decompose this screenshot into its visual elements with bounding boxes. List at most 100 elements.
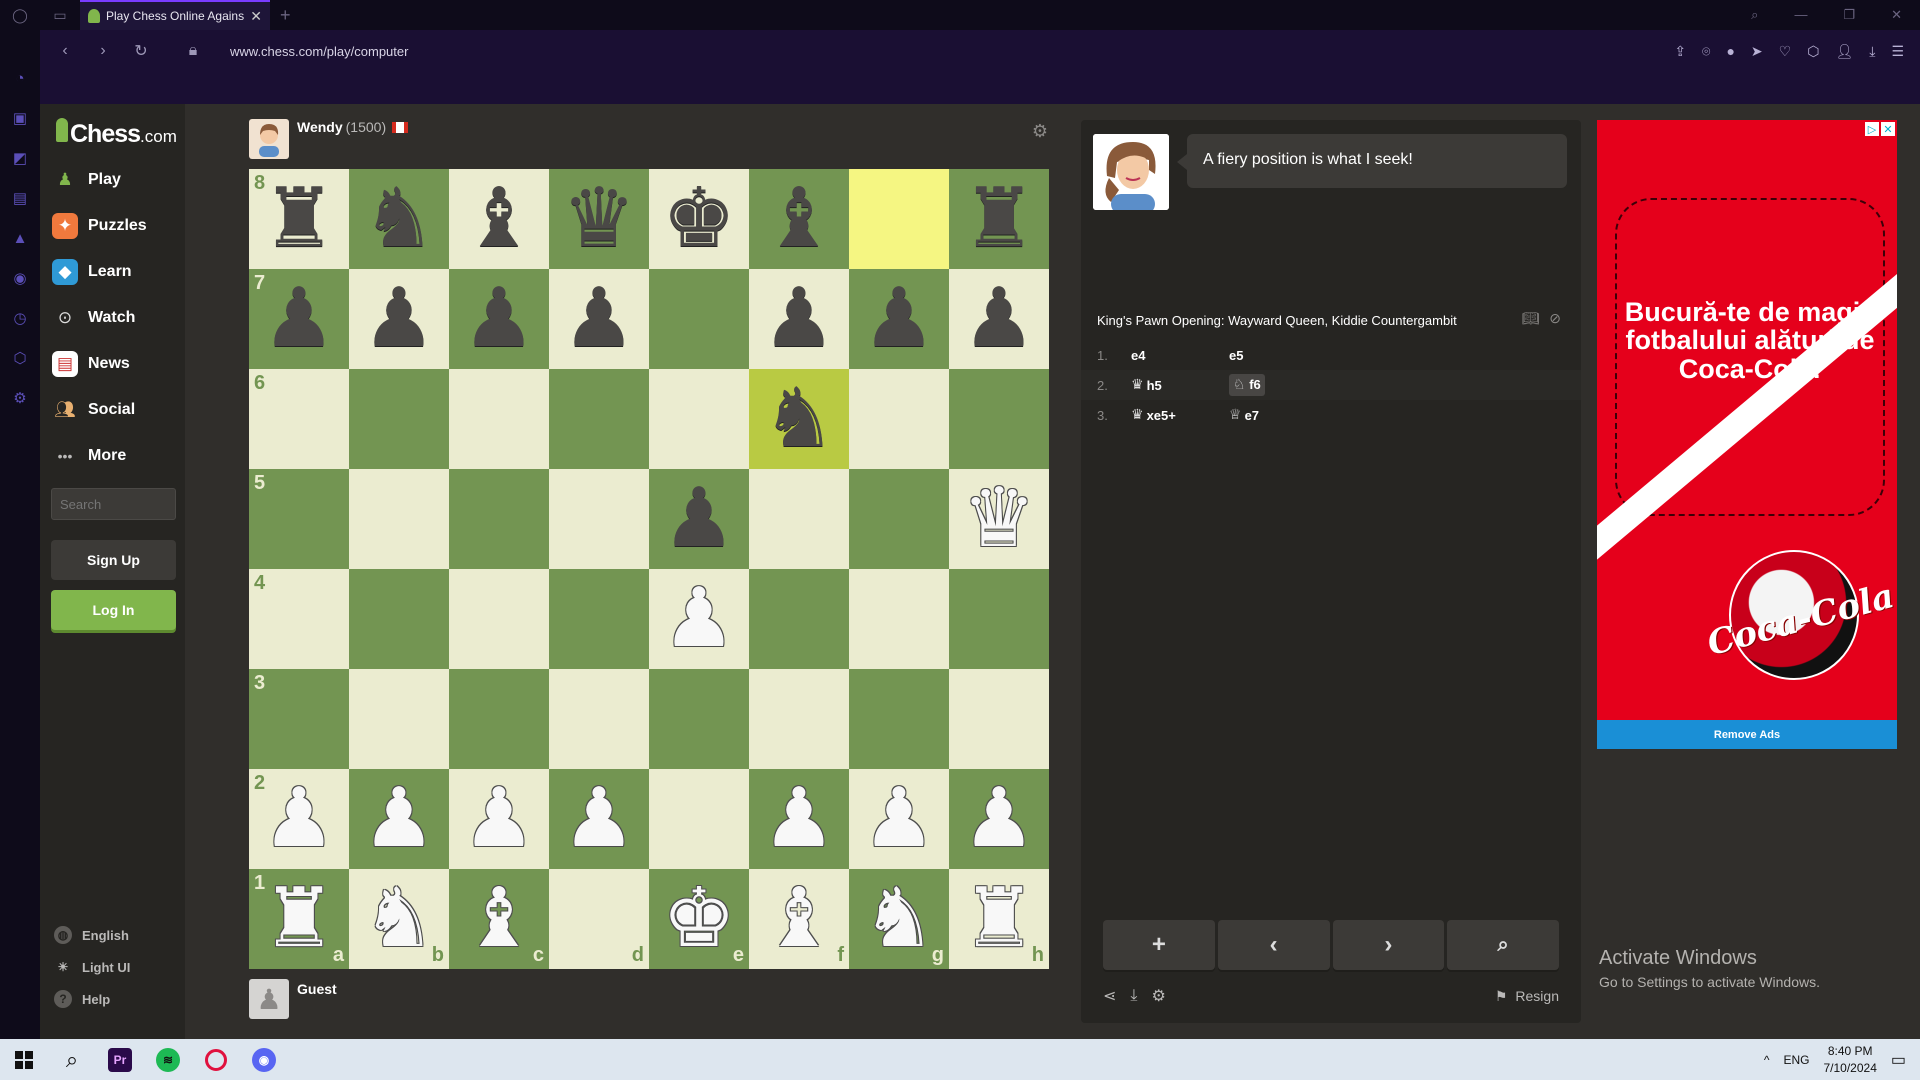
square-f8[interactable]: ♝ [749,169,849,269]
search-tabs-icon[interactable]: ⌕ [1751,7,1758,23]
advertisement[interactable]: ▷ ✕ Bucură-te de magia fotbalului alătur… [1597,120,1897,720]
chesscom-logo[interactable]: Chess .com [56,118,177,149]
square-h8[interactable]: ♜ [949,169,1049,269]
square-b8[interactable]: ♞ [349,169,449,269]
square-a6[interactable]: 6 [249,369,349,469]
white-queen-icon[interactable]: ♛ [962,478,1036,560]
heart-icon[interactable]: ♡ [1779,43,1792,60]
square-f4[interactable] [749,569,849,669]
black-king-icon[interactable]: ♚ [662,178,736,260]
new-game-button[interactable]: + [1103,920,1215,970]
square-b6[interactable] [349,369,449,469]
black-bishop-icon[interactable]: ♝ [762,178,836,260]
remove-ads-button[interactable]: Remove Ads [1597,720,1897,749]
square-b1[interactable]: b ♞ [349,869,449,969]
square-c3[interactable] [449,669,549,769]
ad-close-icon[interactable]: ✕ [1881,122,1895,136]
square-c8[interactable]: ♝ [449,169,549,269]
square-h2[interactable]: ♟ [949,769,1049,869]
white-pawn-icon[interactable]: ♟ [962,778,1036,860]
square-a1[interactable]: 1 a ♜ [249,869,349,969]
url-field[interactable]: www.chess.com/play/computer [230,44,408,59]
square-b5[interactable] [349,469,449,569]
extensions-icon[interactable]: ⬡ [1807,43,1819,60]
square-h6[interactable] [949,369,1049,469]
tab-overview-icon[interactable]: ▭ [40,0,80,30]
white-pawn-icon[interactable]: ♟ [562,778,636,860]
black-rook-icon[interactable]: ♜ [962,178,1036,260]
nav-item-play[interactable]: ♟ Play [52,161,182,199]
back-icon[interactable]: ‹ [56,42,74,60]
black-rook-icon[interactable]: ♜ [262,178,336,260]
square-g5[interactable] [849,469,949,569]
square-e6[interactable] [649,369,749,469]
white-knight-icon[interactable]: ♞ [362,878,436,960]
square-g7[interactable]: ♟ [849,269,949,369]
forward-icon[interactable]: › [94,42,112,60]
square-f3[interactable] [749,669,849,769]
square-c5[interactable] [449,469,549,569]
white-king-icon[interactable]: ♚ [662,878,736,960]
square-a2[interactable]: 2 ♟ [249,769,349,869]
square-a7[interactable]: 7 ♟ [249,269,349,369]
square-d6[interactable] [549,369,649,469]
square-a5[interactable]: 5 [249,469,349,569]
board-settings-icon[interactable]: ⚙ [1032,121,1048,142]
tray-chevron-up-icon[interactable]: ^ [1764,1053,1770,1067]
bag-icon[interactable]: ▣ [11,110,29,128]
black-knight-icon[interactable]: ♞ [362,178,436,260]
settings-icon[interactable]: ⚙ [11,390,29,408]
square-f1[interactable]: f ♝ [749,869,849,969]
opera-menu-icon[interactable]: ◯ [0,0,40,30]
square-d2[interactable]: ♟ [549,769,649,869]
square-f2[interactable]: ♟ [749,769,849,869]
previous-move-button[interactable]: ‹ [1217,920,1330,970]
white-pawn-icon[interactable]: ♟ [662,578,736,660]
square-h5[interactable]: ♛ [949,469,1049,569]
chess-board[interactable]: 8 ♜ ♞ ♝ ♛ ♚ ♝ ♜ 7 ♟ ♟ ♟ ♟ ♟ ♟ ♟ 6 ♞ 5 ♟ ♛ 4 ♟ 3 2 ♟ ♟ ♟ ♟ ♟ ♟ ♟ 1 a ♜ b ♞ c ♝ d… [249,169,1049,969]
square-g8[interactable] [849,169,949,269]
analyze-button[interactable]: ⌕ [1447,920,1559,970]
white-rook-icon[interactable]: ♜ [262,878,336,960]
white-pawn-icon[interactable]: ♟ [762,778,836,860]
messenger-icon[interactable]: ◩ [11,150,29,168]
send-icon[interactable]: ➤ [1751,43,1763,60]
square-c4[interactable] [449,569,549,669]
square-b2[interactable]: ♟ [349,769,449,869]
square-d7[interactable]: ♟ [549,269,649,369]
square-c2[interactable]: ♟ [449,769,549,869]
language-indicator[interactable]: ENG [1783,1053,1809,1067]
square-b7[interactable]: ♟ [349,269,449,369]
move-black[interactable]: ♕ e7 [1229,407,1327,423]
square-b3[interactable] [349,669,449,769]
square-d1[interactable]: d [549,869,649,969]
close-tab-icon[interactable]: ✕ [250,8,262,25]
square-f7[interactable]: ♟ [749,269,849,369]
square-c7[interactable]: ♟ [449,269,549,369]
nav-item-learn[interactable]: ◆ Learn [52,253,182,291]
square-e3[interactable] [649,669,749,769]
black-bishop-icon[interactable]: ♝ [462,178,536,260]
reload-icon[interactable]: ↻ [132,41,150,61]
square-c6[interactable] [449,369,549,469]
player-avatar[interactable]: ♟ [249,979,289,1019]
close-window-icon[interactable]: ✕ [1891,7,1902,23]
white-bishop-icon[interactable]: ♝ [462,878,536,960]
square-h4[interactable] [949,569,1049,669]
square-a4[interactable]: 4 [249,569,349,669]
white-bishop-icon[interactable]: ♝ [762,878,836,960]
move-black[interactable]: e5 [1229,348,1327,363]
clock[interactable]: 8:40 PM 7/10/2024 [1823,1043,1876,1075]
vpn-icon[interactable]: ● [1726,43,1734,60]
square-d4[interactable] [549,569,649,669]
nav-item-puzzles[interactable]: ✦ Puzzles [52,207,182,245]
white-pawn-icon[interactable]: ♟ [862,778,936,860]
download-icon[interactable]: ⤓ [1869,43,1875,60]
square-a3[interactable]: 3 [249,669,349,769]
menu-icon[interactable]: ☰ [1891,43,1904,60]
book-icon[interactable]: 📖︎ [1521,310,1539,327]
aria-icon[interactable]: ▲ [11,230,29,248]
black-pawn-icon[interactable]: ♟ [962,278,1036,360]
resign-button[interactable]: ⚑ Resign [1495,988,1559,1005]
white-pawn-icon[interactable]: ♟ [362,778,436,860]
